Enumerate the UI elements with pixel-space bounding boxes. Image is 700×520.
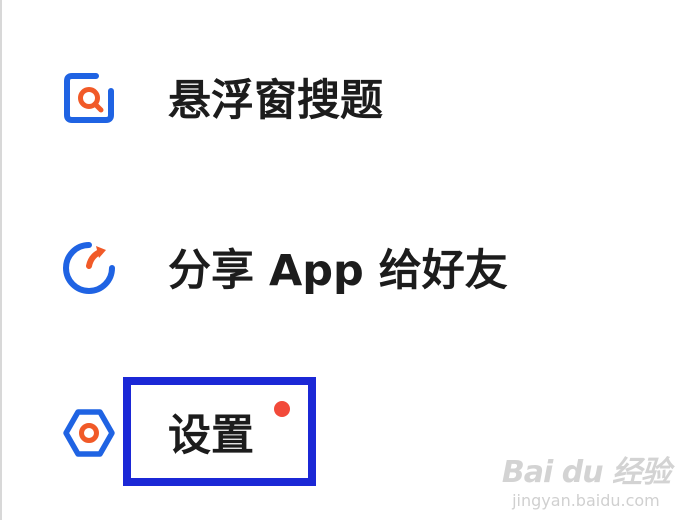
watermark-logo: Bai du 经验 — [501, 455, 671, 490]
menu-item-floating-search[interactable]: 悬浮窗搜题 — [0, 57, 640, 147]
settings-icon — [60, 404, 118, 462]
menu-item-share-app[interactable]: 分享 App 给好友 — [0, 222, 640, 312]
menu-item-label: 悬浮窗搜题 — [168, 76, 383, 126]
floating-window-search-icon — [60, 69, 118, 127]
watermark-url: jingyan.baidu.com — [512, 491, 660, 510]
menu-item-label: 分享 App 给好友 — [168, 246, 508, 296]
highlight-annotation-box — [123, 377, 316, 486]
baidu-jingyan-watermark: Bai du 经验 jingyan.baidu.com — [501, 447, 671, 510]
share-app-icon — [60, 239, 118, 297]
menu-screen: 悬浮窗搜题 分享 App 给好友 设置 Bai du 经验 jingyan.ba… — [0, 0, 700, 520]
